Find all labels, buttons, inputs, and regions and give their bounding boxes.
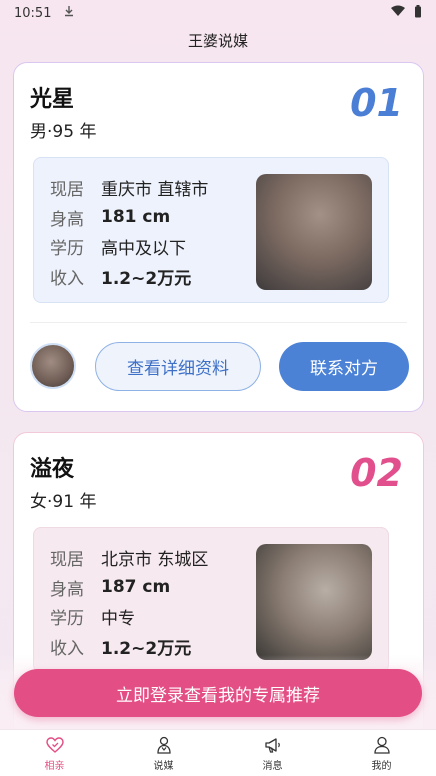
- download-icon: [63, 5, 75, 21]
- tab-label: 相亲: [44, 760, 65, 772]
- status-bar: 10:51: [0, 0, 436, 26]
- tab-label: 消息: [262, 760, 283, 772]
- person-icon: [373, 736, 390, 754]
- info-value: 重庆市 直辖市: [101, 180, 209, 201]
- info-label: 收入: [50, 268, 84, 289]
- info-value: 中专: [101, 609, 135, 630]
- info-label: 身高: [50, 209, 84, 230]
- tab-label: 我的: [371, 760, 392, 772]
- megaphone-icon: [264, 737, 280, 753]
- tab-label: 说媒: [153, 760, 174, 772]
- info-value: 1.2~2万元: [101, 268, 192, 289]
- contact-button[interactable]: 联系对方: [279, 342, 409, 391]
- info-value: 北京市 东城区: [101, 550, 209, 571]
- info-label: 学历: [50, 239, 84, 260]
- battery-icon: [414, 4, 422, 22]
- info-label: 学历: [50, 609, 84, 630]
- tab-matchmaker[interactable]: 说媒: [109, 730, 218, 776]
- info-label: 现居: [50, 550, 84, 571]
- avatar[interactable]: [30, 343, 76, 389]
- tab-profile[interactable]: 我的: [327, 730, 436, 776]
- profile-meta: 男·95 年: [30, 122, 97, 142]
- info-value: 181 cm: [101, 207, 171, 228]
- profile-name: 溢夜: [30, 457, 75, 482]
- profile-card[interactable]: 光星 男·95 年 01 现居 重庆市 直辖市 身高 181 cm 学历 高中及…: [13, 62, 424, 412]
- page-title: 王婆说媒: [187, 32, 248, 50]
- profile-photo[interactable]: [256, 544, 372, 660]
- profile-number: 01: [350, 81, 403, 125]
- bottom-tab-bar: 相亲 说媒 消息 我的: [0, 729, 436, 776]
- tab-match[interactable]: 相亲: [0, 730, 109, 776]
- profile-info-panel: 现居 北京市 东城区 身高 187 cm 学历 中专 收入 1.2~2万元: [33, 527, 389, 673]
- info-value: 187 cm: [101, 577, 171, 598]
- status-time: 10:51: [14, 5, 52, 21]
- wifi-icon: [390, 5, 406, 21]
- profile-info-panel: 现居 重庆市 直辖市 身高 181 cm 学历 高中及以下 收入 1.2~2万元: [33, 157, 389, 303]
- info-label: 现居: [50, 180, 84, 201]
- info-value: 高中及以下: [101, 239, 186, 260]
- info-label: 身高: [50, 579, 84, 600]
- view-details-button[interactable]: 查看详细资料: [95, 342, 261, 391]
- profile-photo[interactable]: [256, 174, 372, 290]
- heart-icon: [45, 736, 64, 753]
- matchmaker-icon: [156, 736, 171, 754]
- divider: [30, 322, 407, 323]
- tab-messages[interactable]: 消息: [218, 730, 327, 776]
- profile-number: 02: [350, 451, 403, 495]
- profile-meta: 女·91 年: [30, 492, 97, 512]
- profile-name: 光星: [30, 87, 75, 112]
- login-cta-button[interactable]: 立即登录查看我的专属推荐: [14, 669, 422, 717]
